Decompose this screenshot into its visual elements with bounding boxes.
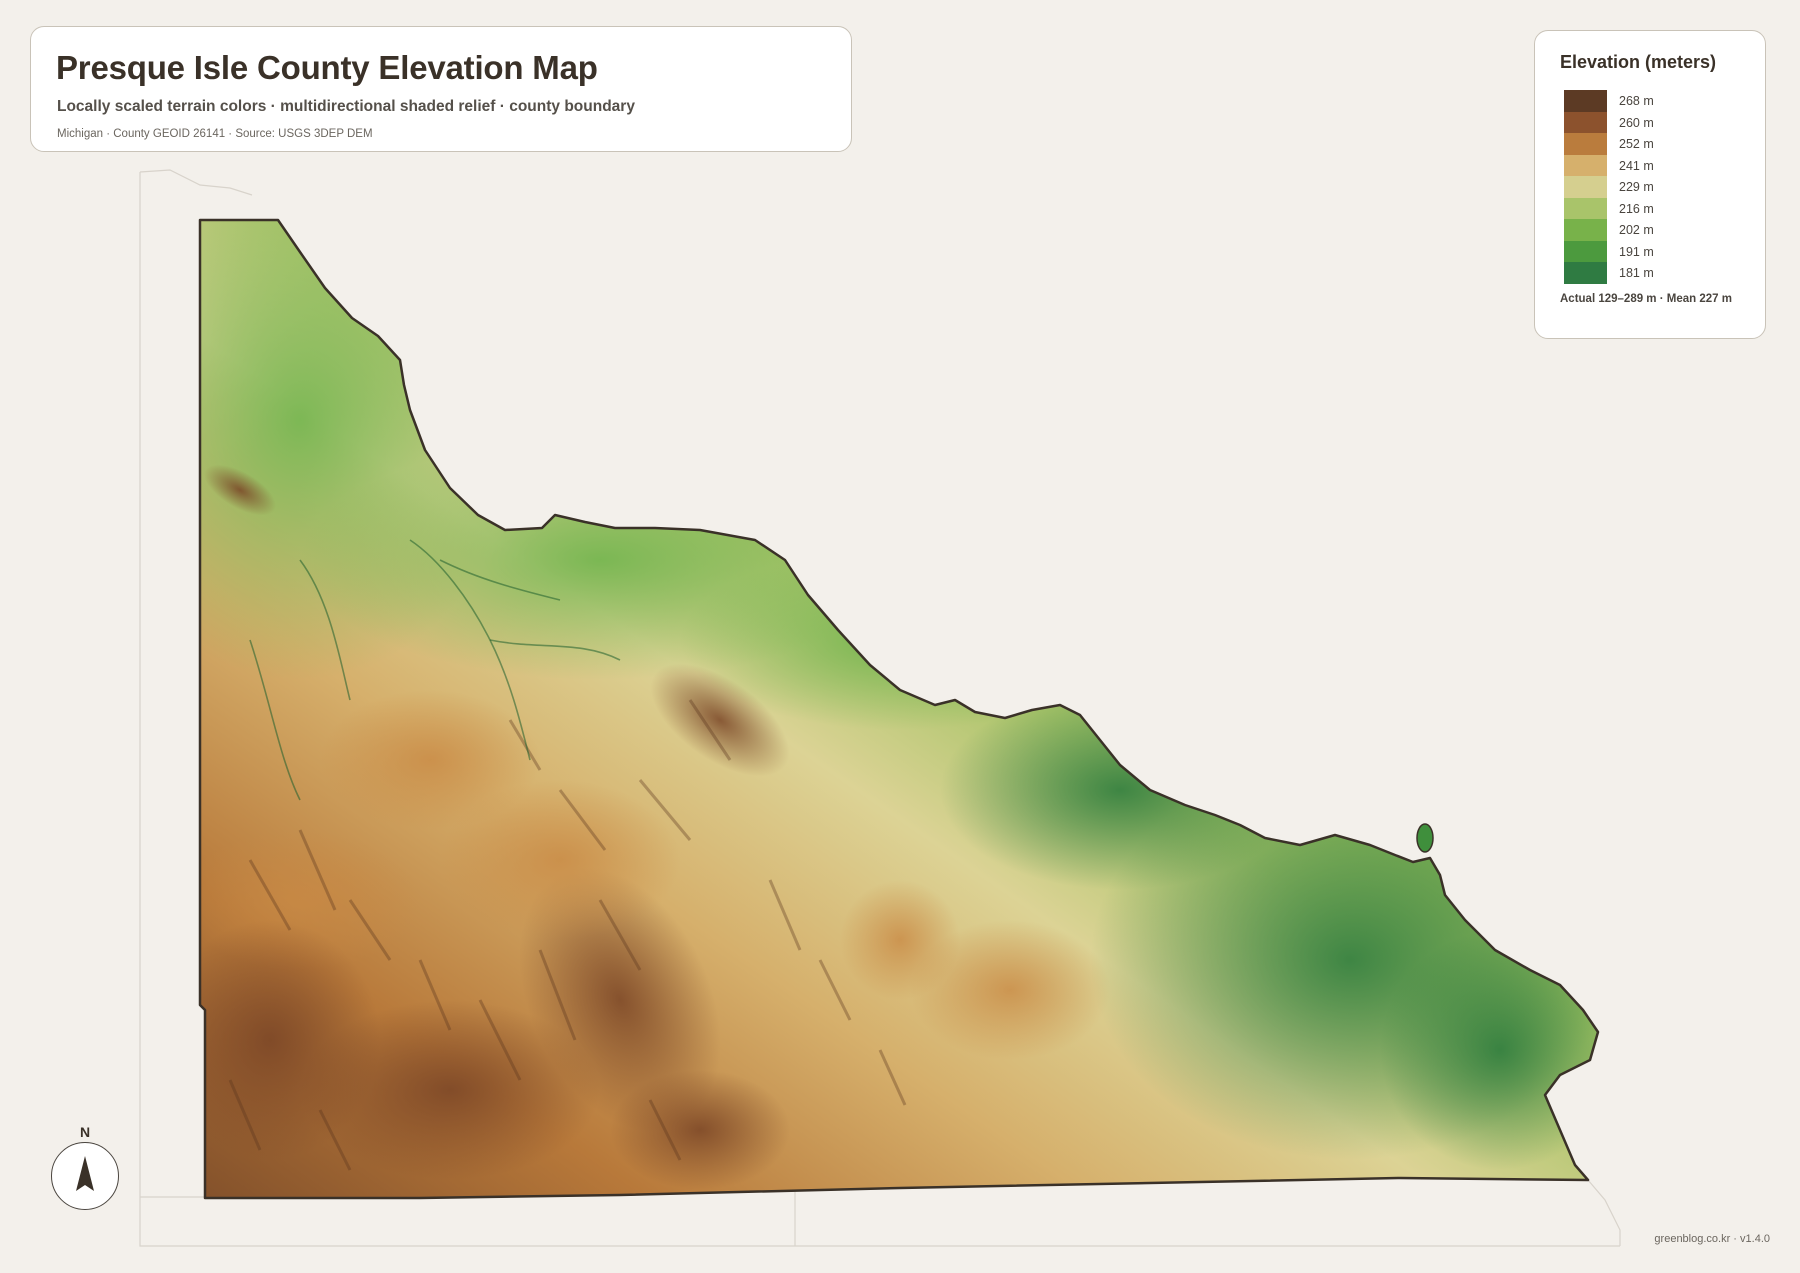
legend-swatch <box>1564 133 1607 155</box>
legend-title: Elevation (meters) <box>1560 52 1717 72</box>
legend-item: 241 m <box>1564 154 1744 176</box>
legend-label: 216 m <box>1619 201 1654 216</box>
legend-item: 191 m <box>1564 240 1744 262</box>
elevation-map <box>139 169 1621 1247</box>
map-subtitle: Locally scaled terrain colors · multidir… <box>57 98 635 115</box>
north-arrow-circle <box>51 1142 119 1210</box>
legend-item: 202 m <box>1564 219 1744 241</box>
legend-swatch <box>1564 219 1607 241</box>
legend-item: 252 m <box>1564 133 1744 155</box>
legend-item: 229 m <box>1564 176 1744 198</box>
legend-label: 229 m <box>1619 180 1654 194</box>
north-arrow: N <box>51 1124 119 1212</box>
credit: greenblog.co.kr · v1.4.0 <box>1654 1233 1770 1245</box>
legend-swatch <box>1564 111 1607 133</box>
title-card: Presque Isle County Elevation Map Locall… <box>30 26 852 152</box>
legend-label: 260 m <box>1619 115 1654 130</box>
legend-item: 268 m <box>1564 90 1744 112</box>
map-meta: Michigan · County GEOID 26141 · Source: … <box>57 128 373 140</box>
legend-list: 268 m 260 m 252 m 241 m 229 m 216 m 202 m 191 m… <box>1564 90 1744 284</box>
legend: Elevation (meters) 268 m 260 m 252 m 241 m2… <box>1534 30 1766 339</box>
legend-label: 252 m <box>1619 137 1654 151</box>
legend-label: 202 m <box>1619 223 1654 237</box>
legend-swatch <box>1564 176 1607 198</box>
north-letter: N <box>79 1124 91 1140</box>
islands <box>1416 823 1434 853</box>
legend-swatch <box>1564 90 1607 112</box>
legend-item: 260 m <box>1564 111 1744 133</box>
legend-label: 268 m <box>1619 94 1654 108</box>
map-title: Presque Isle County Elevation Map <box>56 49 598 86</box>
legend-label: 191 m <box>1619 244 1654 259</box>
terrain-fill <box>200 220 1598 1198</box>
legend-label: 241 m <box>1619 158 1654 173</box>
legend-swatch <box>1564 154 1607 176</box>
legend-note: Actual 129–289 m · Mean 227 m <box>1560 293 1732 305</box>
north-arrow-icon <box>76 1156 94 1191</box>
legend-item: 216 m <box>1564 197 1744 219</box>
legend-swatch <box>1564 240 1607 262</box>
legend-label: 181 m <box>1619 266 1654 280</box>
legend-swatch <box>1564 197 1607 219</box>
legend-swatch <box>1564 262 1607 284</box>
legend-item: 181 m <box>1564 262 1744 284</box>
